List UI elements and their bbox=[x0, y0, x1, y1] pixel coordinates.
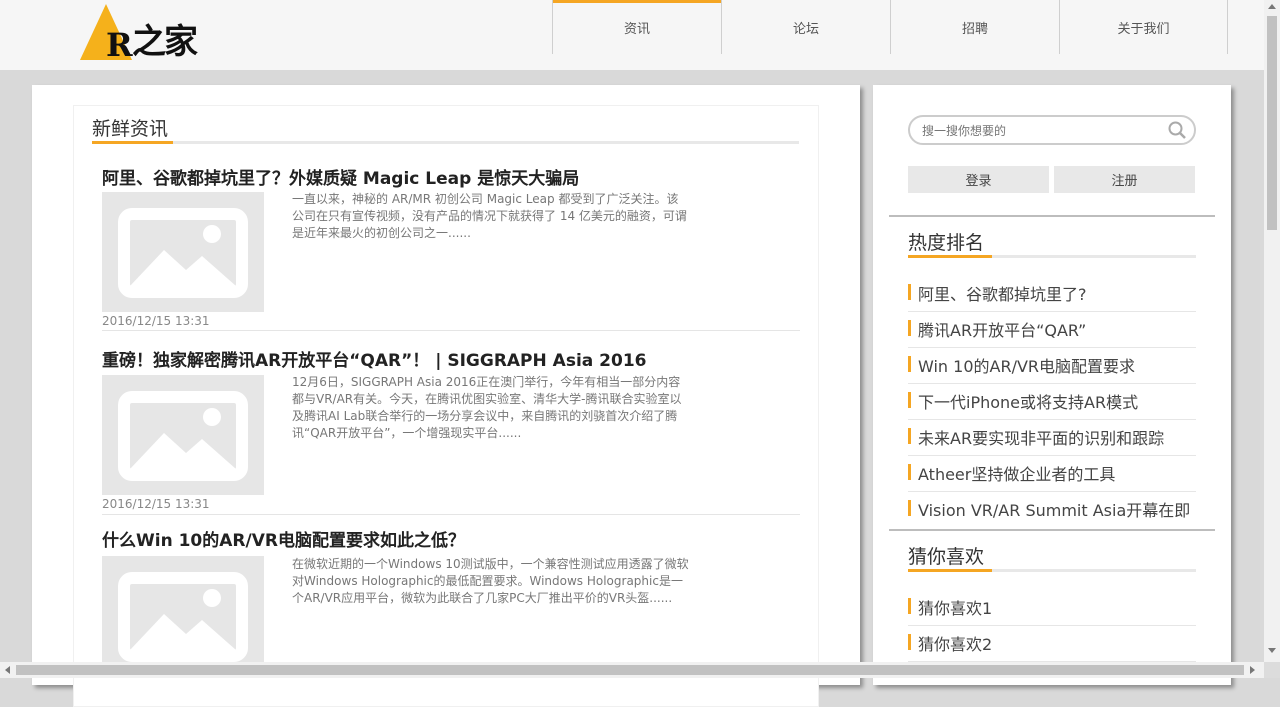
nav-item-about[interactable]: 关于我们 bbox=[1059, 0, 1228, 54]
article-title[interactable]: 阿里、谷歌都掉坑里了？外媒质疑 Magic Leap 是惊天大骗局 bbox=[102, 164, 579, 189]
scroll-up-icon[interactable] bbox=[1268, 4, 1276, 9]
guess-item-label[interactable]: 猜你喜欢2 bbox=[918, 631, 992, 655]
scrollbar-corner bbox=[1264, 662, 1280, 678]
hot-item[interactable]: Win 10的AR/VR电脑配置要求 bbox=[908, 348, 1196, 384]
guess-item[interactable]: 猜你喜欢2 bbox=[908, 626, 1196, 662]
article-title[interactable]: 什么Win 10的AR/VR电脑配置要求如此之低？ bbox=[102, 526, 465, 551]
section-underline bbox=[92, 141, 799, 144]
logo-letter: R bbox=[106, 26, 133, 64]
vertical-scrollbar[interactable] bbox=[1264, 0, 1280, 662]
hot-item-label[interactable]: 下一代iPhone或将支持AR模式 bbox=[918, 389, 1138, 413]
horizontal-scrollbar[interactable] bbox=[0, 662, 1264, 678]
article-thumbnail[interactable] bbox=[102, 375, 264, 495]
article-divider bbox=[102, 330, 800, 331]
main-nav: 资讯 论坛 招聘 关于我们 bbox=[552, 0, 1228, 56]
guess-item[interactable]: 猜你喜欢1 bbox=[908, 590, 1196, 626]
hot-item[interactable]: 下一代iPhone或将支持AR模式 bbox=[908, 384, 1196, 420]
hot-item-label[interactable]: Atheer坚持做企业者的工具 bbox=[918, 461, 1115, 485]
article-thumbnail[interactable] bbox=[102, 192, 264, 312]
section-title: 新鲜资讯 bbox=[92, 118, 169, 140]
hot-item-label[interactable]: Vision VR/AR Summit Asia开幕在即 bbox=[918, 497, 1190, 521]
vertical-scroll-thumb[interactable] bbox=[1267, 16, 1277, 230]
site-logo[interactable]: R 之家 bbox=[80, 4, 202, 64]
image-placeholder-icon bbox=[118, 572, 248, 662]
nav-item-forum[interactable]: 论坛 bbox=[721, 0, 890, 54]
guess-title: 猜你喜欢 bbox=[908, 546, 985, 568]
article-thumbnail[interactable] bbox=[102, 556, 264, 676]
nav-item-jobs[interactable]: 招聘 bbox=[890, 0, 1059, 54]
article-date: 2016/12/15 13:31 bbox=[102, 497, 210, 511]
article-title[interactable]: 重磅！独家解密腾讯AR开放平台“QAR”！ | SIGGRAPH Asia 20… bbox=[102, 346, 646, 371]
login-button[interactable]: 登录 bbox=[908, 166, 1049, 193]
hot-ranking-underline bbox=[908, 255, 1196, 258]
hot-item-label[interactable]: Win 10的AR/VR电脑配置要求 bbox=[918, 353, 1135, 377]
search-input[interactable] bbox=[920, 121, 1154, 141]
scroll-left-icon[interactable] bbox=[5, 666, 10, 674]
guess-underline bbox=[908, 569, 1196, 572]
search-icon[interactable] bbox=[1168, 121, 1186, 139]
article-date: 2016/12/15 13:31 bbox=[102, 314, 210, 328]
hot-item[interactable]: Atheer坚持做企业者的工具 bbox=[908, 456, 1196, 492]
logo-chinese: 之家 bbox=[132, 22, 198, 62]
image-placeholder-icon bbox=[118, 391, 248, 481]
hot-item[interactable]: Vision VR/AR Summit Asia开幕在即 bbox=[908, 492, 1196, 528]
hot-item-label[interactable]: 阿里、谷歌都掉坑里了? bbox=[918, 281, 1087, 305]
article-divider bbox=[102, 514, 800, 515]
article-summary: 在微软近期的一个Windows 10测试版中，一个兼容性测试应用透露了微软对Wi… bbox=[292, 557, 689, 605]
hot-item-label[interactable]: 未来AR要实现非平面的识别和跟踪 bbox=[918, 425, 1164, 449]
register-button[interactable]: 注册 bbox=[1054, 166, 1195, 193]
horizontal-scroll-thumb[interactable] bbox=[16, 665, 1244, 675]
scroll-right-icon[interactable] bbox=[1250, 666, 1255, 674]
top-header: R 之家 资讯 论坛 招聘 关于我们 bbox=[0, 0, 1264, 70]
hot-ranking-title: 热度排名 bbox=[908, 232, 985, 254]
search-box[interactable] bbox=[908, 115, 1196, 145]
hot-item[interactable]: 未来AR要实现非平面的识别和跟踪 bbox=[908, 420, 1196, 456]
scroll-down-icon[interactable] bbox=[1268, 648, 1276, 653]
hot-item[interactable]: 腾讯AR开放平台“QAR” bbox=[908, 312, 1196, 348]
nav-item-news[interactable]: 资讯 bbox=[552, 0, 721, 54]
sidebar-divider bbox=[889, 529, 1215, 531]
article-summary: 一直以来，神秘的 AR/MR 初创公司 Magic Leap 都受到了广泛关注。… bbox=[292, 192, 687, 240]
hot-item-label[interactable]: 腾讯AR开放平台“QAR” bbox=[918, 317, 1086, 341]
sidebar-divider bbox=[889, 215, 1215, 217]
article-summary: 12月6日，SIGGRAPH Asia 2016正在澳门举行，今年有相当一部分内… bbox=[292, 375, 682, 440]
image-placeholder-icon bbox=[118, 208, 248, 298]
guess-item-label[interactable]: 猜你喜欢1 bbox=[918, 595, 992, 619]
hot-item[interactable]: 阿里、谷歌都掉坑里了? bbox=[908, 276, 1196, 312]
